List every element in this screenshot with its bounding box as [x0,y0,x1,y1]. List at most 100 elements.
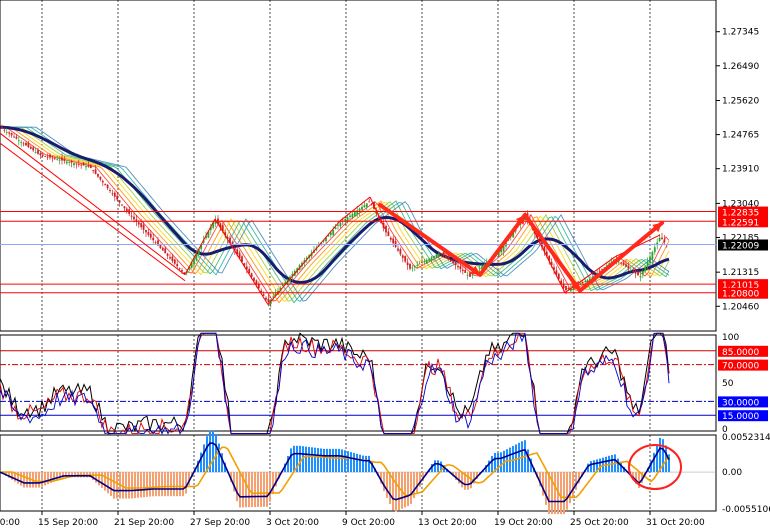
macd-histogram-bar [20,472,22,486]
candle-body [593,274,596,276]
price-y-tick-label: 1.27345 [722,28,759,38]
macd-histogram-bar [575,472,577,490]
candle-body [152,237,155,241]
macd-histogram-bar [254,472,256,508]
macd-histogram-bar [653,452,655,473]
macd-histogram-bar [461,472,463,488]
macd-histogram-bar [263,472,265,507]
candle-body [77,164,80,165]
macd-histogram-bar [161,472,163,497]
candle-body [29,146,32,149]
macd-histogram-bar [356,453,358,473]
candle-body [385,225,387,233]
candle-body [637,271,639,276]
candle-body [82,163,85,166]
candle-body [433,256,435,259]
macd-histogram-bar [329,448,331,473]
candle-body [32,147,35,151]
candle-body [334,227,337,230]
candle-body [281,285,284,286]
macd-histogram-bar [176,472,178,497]
candle-body [63,159,66,161]
candle-body [620,262,623,264]
candle-body [406,262,409,266]
macd-histogram-bar [548,472,550,515]
candle-body [80,164,83,166]
candle-body [401,255,404,258]
candle-body [41,154,44,156]
macd-histogram-bar [467,472,469,490]
current-price-label: 1.22009 [722,241,759,251]
candle-body [644,266,647,272]
oscillator-y-tick-label: 50 [722,379,734,389]
candle-body [478,268,481,270]
candle-body [20,142,23,143]
macd-histogram-bar [566,472,568,510]
candle-body [133,216,135,220]
macd-histogram-bar [383,472,385,492]
candle-body [449,259,452,262]
macd-histogram-bar [404,472,406,508]
macd-histogram-bar [38,472,40,488]
candle-body [416,264,419,266]
candle-body [440,253,443,255]
candle-body [92,170,95,171]
candle-body [99,176,102,180]
macd-histogram-bar [320,448,322,473]
candle-body [411,267,414,269]
oscillator-level-label: 15.0000 [722,412,759,422]
macd-histogram-bar [353,452,355,473]
macd-histogram-bar [350,452,352,473]
candle-body [332,230,335,235]
macd-histogram-bar [140,472,142,498]
macd-histogram-bar [125,472,127,499]
candle-body [142,224,145,230]
macd-histogram-bar [104,472,106,491]
candle-body [10,132,13,136]
oscillator-y-tick-label: 100 [722,333,739,343]
trading-chart: 15 Sep 20:00 21 Sep 20:00 27 Sep 20:00 3 Oc… [0,0,770,530]
macd-histogram-bar [362,455,364,473]
macd-histogram-bar [314,447,316,473]
macd-histogram-bar [458,472,460,484]
macd-histogram-bar [290,448,292,473]
macd-histogram-bar [143,472,145,498]
candle-body [39,153,42,156]
candle-body [75,163,78,165]
macd-histogram-bar [491,455,493,473]
macd-histogram-bar [170,472,172,497]
candle-body [8,132,11,134]
candle-body [452,260,455,264]
macd-histogram-bar [47,472,49,485]
candle-body [418,263,421,265]
macd-histogram-bar [236,472,238,502]
oscillator-level-label: 85.0000 [722,348,759,358]
candle-body [130,215,133,217]
macd-histogram-bar [347,451,349,473]
x-tick-label: 9 Oct 20:00 [342,518,395,528]
macd-histogram-bar [398,472,400,511]
x-tick-label: 13 Oct 20:00 [418,518,477,528]
candle-body [70,160,73,163]
candle-body [159,244,162,249]
candle-body [123,206,126,209]
candle-body [56,159,59,161]
oscillator-panel [0,334,717,432]
macd-histogram-bar [41,472,43,487]
candle-body [262,294,265,296]
candle-body [641,271,644,275]
candle-body [363,205,366,208]
chart-svg: 15 Sep 20:00 21 Sep 20:00 27 Sep 20:00 3 Oc… [0,0,770,528]
candle-body [65,161,68,164]
candle-body [622,262,625,265]
candle-body [17,140,20,142]
macd-histogram-bar [131,472,133,499]
candle-body [161,247,164,251]
macd-histogram-bar [365,455,367,473]
macd-histogram-bar [323,448,325,473]
level-price-label: 1.22591 [722,218,759,228]
candle-body [339,222,342,227]
price-y-tick-label: 1.20460 [722,302,759,312]
macd-histogram-bar [416,472,418,493]
macd-histogram-bar [659,437,661,473]
